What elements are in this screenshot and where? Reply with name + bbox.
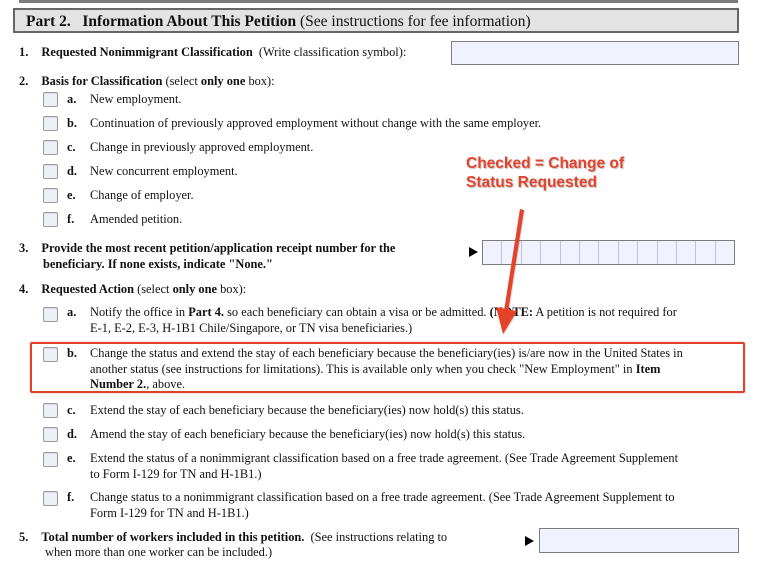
arrow-shape (496, 209, 524, 334)
arrow-icon (496, 209, 524, 334)
